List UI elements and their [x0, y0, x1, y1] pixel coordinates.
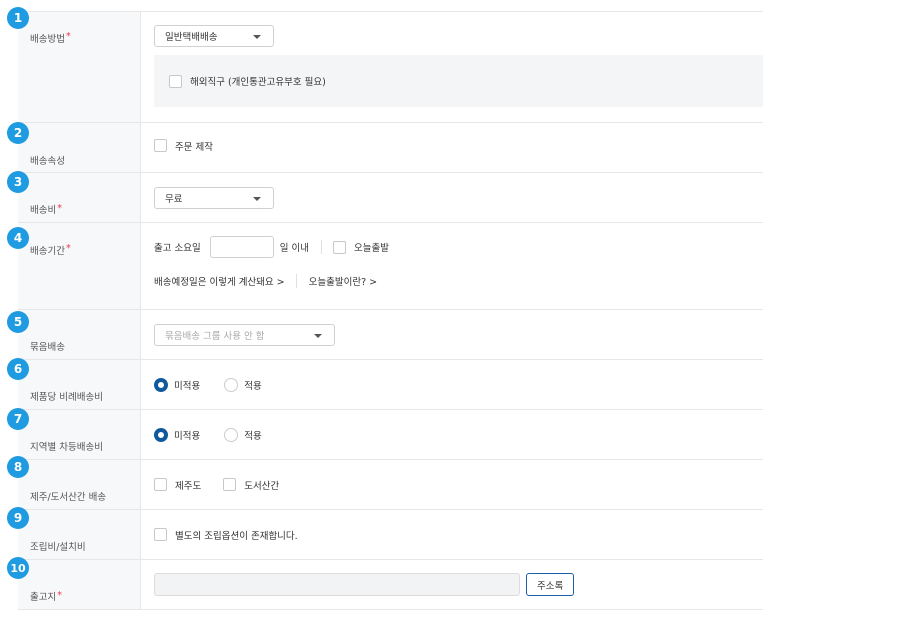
proportional-fee-label: 제품당 비례배송비: [18, 360, 141, 409]
lead-days-input[interactable]: [209, 236, 274, 258]
chevron-down-icon: [253, 196, 261, 201]
overseas-option-box: 해외직구 (개인통관고유부호 필요): [154, 55, 763, 107]
row-shipping-period: 배송기간 * 출고 소요일 일 이내 오늘출발 배송예정일은 이렇게 계산돼요 >…: [18, 223, 763, 310]
step-badge: 2: [7, 122, 29, 144]
shipping-fee-select[interactable]: 무료: [154, 186, 274, 209]
custom-order-checkbox[interactable]: [154, 139, 167, 152]
step-badge: 1: [7, 7, 29, 29]
chevron-down-icon: [253, 35, 261, 39]
shipping-method-label: 배송방법 *: [18, 12, 141, 122]
custom-order-option[interactable]: 주문 제작: [154, 139, 213, 153]
step-badge: 8: [7, 456, 29, 478]
overseas-checkbox-option[interactable]: 해외직구 (개인통관고유부호 필요): [169, 74, 326, 88]
today-ship-option[interactable]: 오늘출발: [332, 240, 389, 254]
step-badge: 6: [7, 358, 29, 380]
radio-selected[interactable]: [154, 427, 168, 442]
row-bundle-shipping: 묶음배송 묶음배송 그룹 사용 안 함: [18, 310, 763, 360]
row-regional-fee: 지역별 차등배송비 미적용 적용: [18, 410, 763, 460]
remote-island-option[interactable]: 도서산간: [223, 478, 279, 492]
step-badge: 7: [7, 408, 29, 430]
divider: [320, 240, 322, 254]
row-shipping-method: 배송방법 * 일반택배배송 해외직구 (개인통관고유부호 필요): [18, 12, 763, 123]
jeju-option[interactable]: 제주도: [154, 478, 201, 492]
shipping-attribute-label: 배송속성: [18, 123, 141, 172]
shipping-form: 배송방법 * 일반택배배송 해외직구 (개인통관고유부호 필요) 배송속성 주문 …: [18, 11, 763, 610]
remote-island-checkbox[interactable]: [223, 478, 237, 491]
step-badge: 5: [7, 311, 29, 333]
row-shipping-attribute: 배송속성 주문 제작: [18, 123, 763, 173]
row-island-shipping: 제주/도서산간 배송 제주도 도서산간: [18, 460, 763, 510]
assembly-option[interactable]: 별도의 조립옵션이 존재합니다.: [154, 528, 298, 542]
overseas-checkbox[interactable]: [169, 74, 182, 88]
regional-on-option[interactable]: 적용: [224, 427, 262, 442]
address-book-button[interactable]: 주소록: [526, 573, 575, 596]
shipping-fee-label: 배송비 *: [18, 173, 141, 222]
regional-off-option[interactable]: 미적용: [154, 427, 200, 442]
jeju-checkbox[interactable]: [154, 478, 167, 491]
install-fee-label: 조립비/설치비: [18, 510, 141, 559]
step-badge: 4: [7, 227, 29, 249]
expected-date-link[interactable]: 배송예정일은 이렇게 계산돼요 >: [154, 274, 285, 288]
regional-fee-label: 지역별 차등배송비: [18, 410, 141, 459]
radio-unselected[interactable]: [224, 427, 239, 442]
divider: [295, 274, 297, 288]
today-ship-checkbox[interactable]: [332, 240, 346, 254]
ship-origin-address-input[interactable]: [154, 573, 520, 596]
row-shipping-fee: 배송비 * 무료: [18, 173, 763, 223]
row-proportional-fee: 제품당 비례배송비 미적용 적용: [18, 360, 763, 410]
today-ship-info-link[interactable]: 오늘출발이란? >: [309, 274, 377, 288]
bundle-group-select[interactable]: 묶음배송 그룹 사용 안 함: [154, 323, 335, 346]
assembly-checkbox[interactable]: [154, 528, 167, 541]
radio-unselected[interactable]: [224, 377, 239, 392]
shipping-method-select[interactable]: 일반택배배송: [154, 25, 274, 47]
step-badge: 10: [7, 557, 29, 579]
step-badge: 9: [7, 507, 29, 529]
row-ship-origin: 출고지 * 주소록: [18, 560, 763, 610]
proportional-on-option[interactable]: 적용: [224, 377, 262, 392]
chevron-down-icon: [314, 333, 322, 338]
ship-origin-label: 출고지 *: [18, 560, 141, 609]
step-badge: 3: [7, 171, 29, 193]
island-shipping-label: 제주/도서산간 배송: [18, 460, 141, 509]
proportional-off-option[interactable]: 미적용: [154, 377, 200, 392]
bundle-shipping-label: 묶음배송: [18, 310, 141, 359]
row-install-fee: 조립비/설치비 별도의 조립옵션이 존재합니다.: [18, 510, 763, 560]
radio-selected[interactable]: [154, 377, 168, 392]
shipping-period-label: 배송기간 *: [18, 223, 141, 309]
